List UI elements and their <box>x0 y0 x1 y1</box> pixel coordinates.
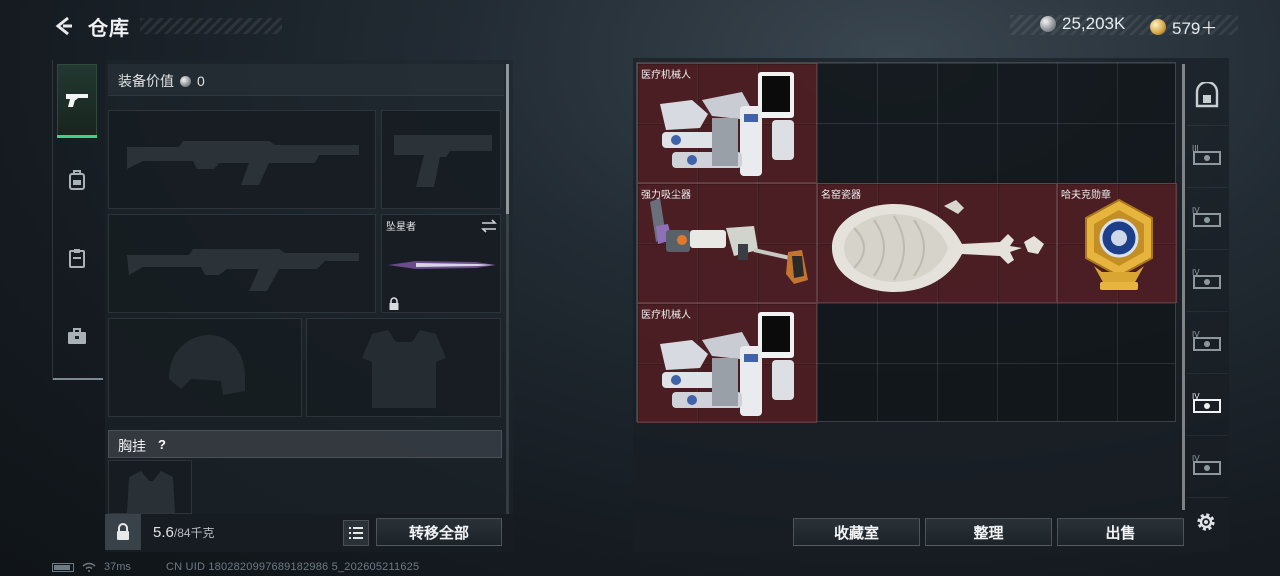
clipboard-icon <box>69 249 85 268</box>
tab-weapons[interactable] <box>57 64 97 138</box>
tab-armor[interactable] <box>57 222 97 294</box>
gold-amount: 579＋ <box>1172 19 1218 38</box>
rail-level: IV <box>1192 268 1200 277</box>
equipment-scrollbar[interactable] <box>506 64 509 514</box>
grid-item-medal[interactable]: 哈夫克勋章 <box>1057 183 1177 303</box>
silver-coin-icon <box>180 75 191 87</box>
helmet-silhouette-icon <box>169 335 245 395</box>
wifi-icon <box>82 562 96 572</box>
chest-rig-slot[interactable] <box>108 460 192 514</box>
silver-coin-icon <box>1040 16 1056 32</box>
item-name: 名窑瓷器 <box>821 190 861 201</box>
secondary-weapon-slot[interactable] <box>108 214 376 313</box>
chest-rig-label: 胸挂 <box>118 438 146 454</box>
grid-item-medical-robot-2[interactable]: 医疗机械人 <box>637 303 817 423</box>
helmet-slot[interactable] <box>108 318 302 417</box>
tab-backpack[interactable] <box>57 144 97 216</box>
medal-icon <box>1085 198 1153 290</box>
gear-icon <box>1197 513 1215 531</box>
back-button[interactable] <box>50 12 78 40</box>
settings-button[interactable] <box>1192 508 1220 536</box>
equipment-value-amount: 0 <box>197 73 205 89</box>
category-tabs <box>52 60 103 380</box>
armor-slot[interactable] <box>306 318 501 417</box>
page-title: 仓库 <box>88 18 130 40</box>
rail-container-3[interactable]: IV <box>1186 250 1228 312</box>
medical-robot-icon <box>660 312 794 416</box>
pistol-silhouette-icon <box>394 135 492 187</box>
container-grid: 医疗机械人 强力吸尘器 名窑瓷器 哈夫克勋章 医疗机械人 <box>636 62 1177 423</box>
item-name: 强力吸尘器 <box>641 190 691 201</box>
gold-coin-icon <box>1150 18 1166 35</box>
knife-icon <box>388 261 496 269</box>
melee-slot[interactable]: 坠星者 <box>381 214 501 313</box>
primary-weapon-slot[interactable] <box>108 110 376 209</box>
back-arrow-icon <box>55 16 72 36</box>
title-decoration <box>140 18 282 34</box>
sell-button[interactable]: 出售 <box>1057 518 1184 546</box>
rail-safebox[interactable] <box>1186 64 1228 126</box>
battery-icon <box>52 562 74 572</box>
silver-currency[interactable]: 25,203K <box>1040 14 1125 34</box>
weight-max: /84千克 <box>173 526 215 540</box>
vacuum-icon <box>650 198 808 284</box>
item-name: 医疗机械人 <box>641 310 691 321</box>
equipment-value-label: 装备价值 <box>118 73 174 89</box>
chest-rig-silhouette-icon <box>127 471 175 513</box>
grid-item-vacuum[interactable]: 强力吸尘器 <box>637 183 817 303</box>
grid-scrollbar[interactable] <box>1182 64 1185 510</box>
tab-items[interactable] <box>57 300 97 372</box>
silver-amount: 25,203K <box>1062 14 1126 33</box>
gold-currency[interactable]: 579＋ <box>1150 14 1217 39</box>
porcelain-vase-icon <box>832 200 1044 292</box>
equipment-value: 装备价值 0 <box>118 71 205 91</box>
grid-item-porcelain[interactable]: 名窑瓷器 <box>817 183 1057 303</box>
transfer-all-button[interactable]: 转移全部 <box>376 518 502 546</box>
melee-name: 坠星者 <box>386 222 416 233</box>
rail-container-6[interactable]: IV <box>1186 436 1228 498</box>
rail-level: IV <box>1192 392 1200 401</box>
lock-icon <box>117 523 129 540</box>
rail-container-2[interactable]: IV <box>1186 188 1228 250</box>
vest-silhouette-icon <box>362 330 446 408</box>
pistol-slot[interactable] <box>381 110 501 209</box>
rail-level: IV <box>1192 454 1200 463</box>
grid-item-medical-robot-1[interactable]: 医疗机械人 <box>637 63 817 183</box>
carry-weight: 5.6/84千克 <box>153 524 215 541</box>
pistol-icon <box>66 94 88 107</box>
rail-container-5-active[interactable]: IV <box>1186 374 1228 436</box>
backpack-icon <box>69 170 85 190</box>
organize-button[interactable]: 整理 <box>925 518 1052 546</box>
weight-current: 5.6 <box>153 524 174 541</box>
ping-text: 37ms <box>104 561 131 573</box>
safebox-icon <box>1195 81 1219 107</box>
medical-robot-icon <box>660 72 794 176</box>
uid-text: CN UID 1802820997689182986 5_20260521162… <box>166 561 420 573</box>
rifle-silhouette-icon <box>127 249 359 291</box>
rail-level: IV <box>1192 206 1200 215</box>
lock-button[interactable] <box>105 514 141 550</box>
swap-icon[interactable] <box>480 219 498 233</box>
lock-icon <box>389 297 399 310</box>
rail-container-4[interactable]: IV <box>1186 312 1228 374</box>
collection-room-button[interactable]: 收藏室 <box>793 518 920 546</box>
item-name: 医疗机械人 <box>641 70 691 81</box>
rail-level: IV <box>1192 330 1200 339</box>
rifle-silhouette-icon <box>127 141 359 185</box>
rail-level: III <box>1192 144 1199 153</box>
container-rail: III IV IV IV IV IV <box>1186 60 1230 510</box>
rail-container-1[interactable]: III <box>1186 126 1228 188</box>
item-name: 哈夫克勋章 <box>1061 190 1111 201</box>
list-icon <box>349 527 363 539</box>
list-view-button[interactable] <box>343 520 369 546</box>
status-bar: 37ms <box>52 561 131 573</box>
briefcase-icon <box>68 328 86 344</box>
help-button[interactable]: ? <box>153 435 171 453</box>
